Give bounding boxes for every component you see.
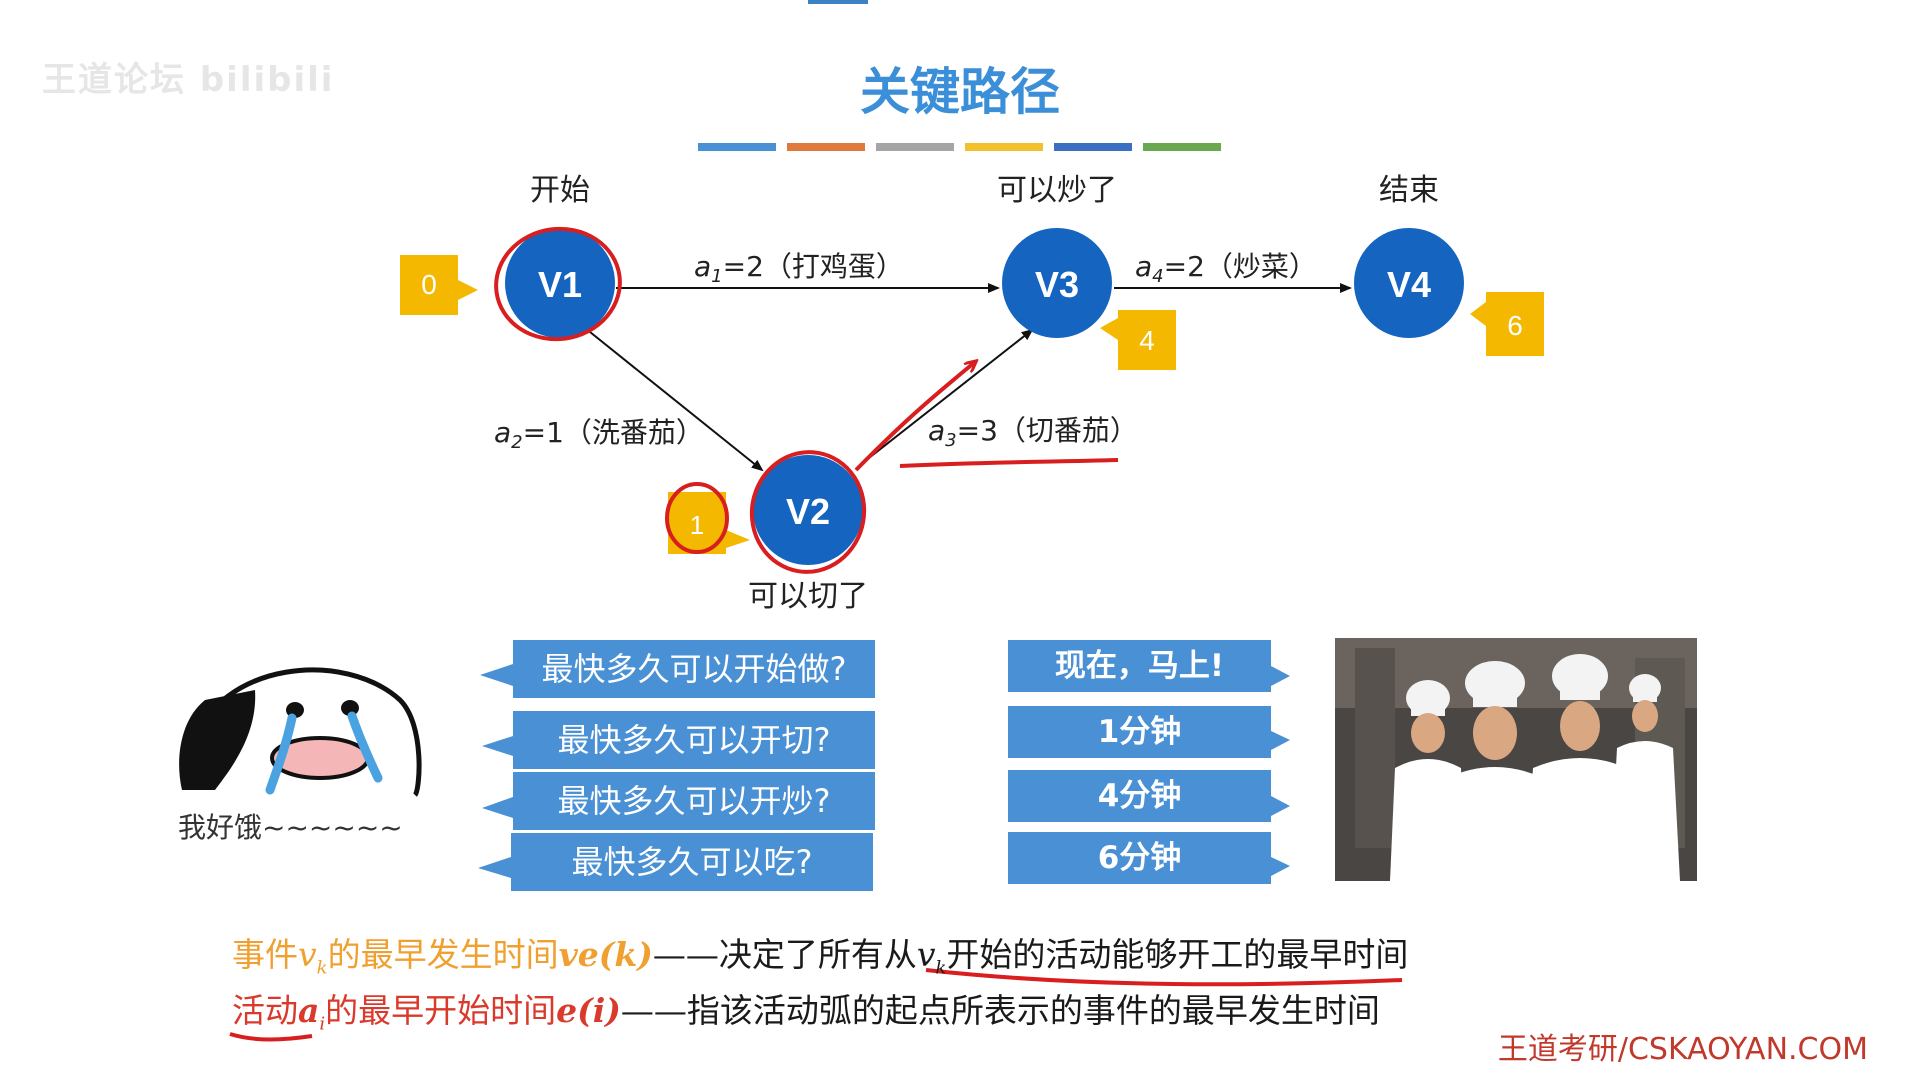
definition-event-earliest: 事件vk的最早发生时间ve(k)——决定了所有从vk开始的活动能够开工的最早时间: [232, 935, 1409, 979]
question-box: 最快多久可以吃?: [511, 833, 873, 891]
question-box: 最快多久可以开切?: [513, 711, 875, 769]
brand-footer: 王道考研/CSKAOYAN.COM: [1497, 1032, 1868, 1067]
question-box: 最快多久可以开始做?: [513, 640, 875, 698]
slide: 王道论坛 bilibili 关键路径 V1 开始 0 V2 可以切了 1 V3 …: [0, 0, 1920, 1080]
callout-tails: [478, 664, 1290, 878]
answer-box: 6分钟: [1008, 832, 1271, 884]
answer-box: 1分钟: [1008, 706, 1271, 758]
question-box: 最快多久可以开炒?: [513, 772, 875, 830]
hungry-caption: 我好饿~~~~~~: [178, 811, 403, 844]
definition-activity-earliest: 活动ai的最早开始时间e(i)——指该活动弧的起点所表示的事件的最早发生时间: [232, 991, 1380, 1035]
answer-box: 现在，马上!: [1008, 640, 1271, 692]
chefs-photo: [1335, 638, 1697, 881]
answer-box: 4分钟: [1008, 770, 1271, 822]
